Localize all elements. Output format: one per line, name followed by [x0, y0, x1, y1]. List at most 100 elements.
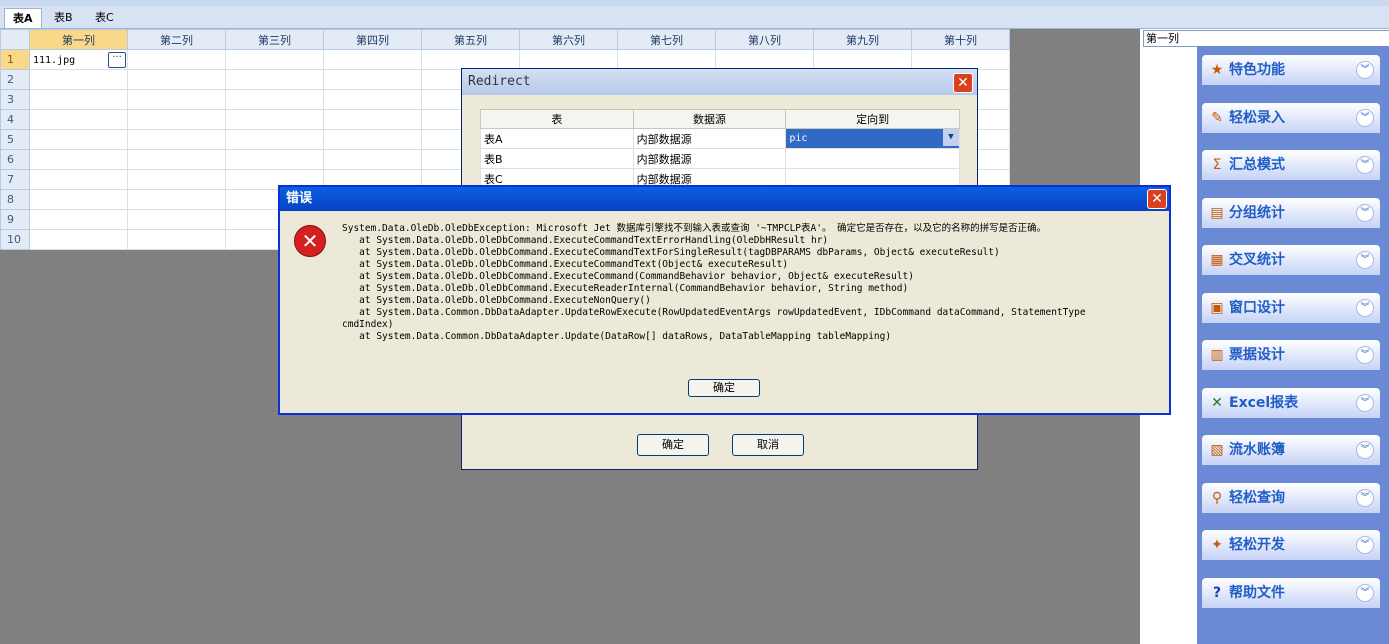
sheet-tab-a[interactable]: 表A	[4, 8, 42, 28]
task-item-group-stats[interactable]: ▤ 分组统计 ︾	[1202, 198, 1380, 228]
grid-cell[interactable]	[323, 89, 422, 110]
grid-cell[interactable]	[323, 129, 422, 150]
chevron-down-icon[interactable]: ︾	[1356, 536, 1374, 554]
task-item-summary-mode[interactable]: Σ 汇总模式 ︾	[1202, 150, 1380, 180]
grid-cell[interactable]	[127, 169, 226, 190]
grid-cell[interactable]	[29, 109, 128, 130]
grid-cell[interactable]	[29, 229, 128, 250]
grid-cell[interactable]	[127, 109, 226, 130]
grid-cell[interactable]	[29, 149, 128, 170]
data-source-cell[interactable]: 内部数据源	[632, 128, 787, 149]
task-item-window-design[interactable]: ▣ 窗口设计 ︾	[1202, 293, 1380, 323]
task-item-features[interactable]: ★ 特色功能 ︾	[1202, 55, 1380, 85]
row-header[interactable]: 4	[0, 109, 30, 130]
column-header[interactable]: 第九列	[813, 29, 912, 50]
redirect-target-select[interactable]: pic ▼	[785, 128, 960, 149]
ok-button[interactable]: 确定	[637, 434, 709, 456]
grid-cell[interactable]	[225, 49, 324, 70]
row-header[interactable]: 8	[0, 189, 30, 210]
grid-cell[interactable]	[323, 149, 422, 170]
grid-cell[interactable]	[225, 149, 324, 170]
chevron-down-icon[interactable]: ︾	[1356, 346, 1374, 364]
dropdown-arrow-icon[interactable]: ▼	[943, 129, 959, 146]
grid-corner[interactable]	[0, 29, 30, 50]
grid-cell[interactable]	[127, 229, 226, 250]
grid-cell[interactable]	[225, 69, 324, 90]
grid-cell[interactable]	[127, 189, 226, 210]
row-header[interactable]: 7	[0, 169, 30, 190]
column-header[interactable]: 定向到	[785, 109, 960, 129]
grid-cell[interactable]	[323, 49, 422, 70]
grid-cell[interactable]	[29, 89, 128, 110]
grid-cell[interactable]	[323, 69, 422, 90]
redirect-target-cell[interactable]	[785, 148, 960, 169]
cell-browse-button[interactable]: ···	[108, 52, 126, 68]
grid-cell[interactable]	[127, 69, 226, 90]
grid-cell[interactable]	[813, 49, 912, 70]
task-item-easy-query[interactable]: ⚲ 轻松查询 ︾	[1202, 483, 1380, 513]
grid-cell[interactable]	[225, 109, 324, 130]
task-item-receipt-design[interactable]: ▥ 票据设计 ︾	[1202, 340, 1380, 370]
column-header[interactable]: 数据源	[632, 109, 787, 129]
chevron-down-icon[interactable]: ︾	[1356, 489, 1374, 507]
task-item-excel-report[interactable]: ✕ Excel报表 ︾	[1202, 388, 1380, 418]
column-header[interactable]: 第七列	[617, 29, 716, 50]
chevron-down-icon[interactable]: ︾	[1356, 299, 1374, 317]
grid-cell[interactable]	[127, 129, 226, 150]
sheet-tab-b[interactable]: 表B	[46, 8, 81, 27]
row-header[interactable]: 3	[0, 89, 30, 110]
cancel-button[interactable]: 取消	[732, 434, 804, 456]
table-name-cell[interactable]: 表B	[480, 148, 634, 169]
column-header[interactable]: 第一列	[29, 29, 128, 50]
chevron-down-icon[interactable]: ︾	[1356, 584, 1374, 602]
grid-cell[interactable]	[421, 49, 520, 70]
column-header[interactable]: 第十列	[911, 29, 1010, 50]
grid-cell[interactable]	[29, 169, 128, 190]
task-item-help[interactable]: ? 帮助文件 ︾	[1202, 578, 1380, 608]
data-source-cell[interactable]: 内部数据源	[632, 148, 787, 169]
column-header[interactable]: 第二列	[127, 29, 226, 50]
sheet-tab-c[interactable]: 表C	[87, 8, 122, 27]
close-icon[interactable]: ✕	[1147, 189, 1167, 209]
task-item-easy-entry[interactable]: ✎ 轻松录入 ︾	[1202, 103, 1380, 133]
grid-cell[interactable]	[29, 129, 128, 150]
row-header[interactable]: 9	[0, 209, 30, 230]
column-header[interactable]: 第三列	[225, 29, 324, 50]
chevron-down-icon[interactable]: ︾	[1356, 394, 1374, 412]
chevron-down-icon[interactable]: ︾	[1356, 156, 1374, 174]
close-icon[interactable]: ✕	[953, 73, 973, 93]
grid-cell[interactable]	[29, 209, 128, 230]
grid-cell[interactable]	[29, 189, 128, 210]
task-item-cross-stats[interactable]: ▦ 交叉统计 ︾	[1202, 245, 1380, 275]
column-header[interactable]: 第四列	[323, 29, 422, 50]
chevron-down-icon[interactable]: ︾	[1356, 204, 1374, 222]
row-header[interactable]: 2	[0, 69, 30, 90]
row-header[interactable]: 5	[0, 129, 30, 150]
grid-cell[interactable]	[323, 109, 422, 130]
chevron-down-icon[interactable]: ︾	[1356, 441, 1374, 459]
chevron-down-icon[interactable]: ︾	[1356, 109, 1374, 127]
row-header[interactable]: 10	[0, 229, 30, 250]
column-header[interactable]: 第六列	[519, 29, 618, 50]
grid-cell[interactable]	[127, 49, 226, 70]
grid-cell[interactable]	[715, 49, 814, 70]
row-header[interactable]: 6	[0, 149, 30, 170]
grid-cell[interactable]	[911, 49, 1010, 70]
table-row[interactable]: 表B 内部数据源	[480, 148, 960, 169]
table-name-cell[interactable]: 表A	[480, 128, 634, 149]
grid-cell[interactable]	[29, 69, 128, 90]
grid-cell[interactable]	[617, 49, 716, 70]
row-header[interactable]: 1	[0, 49, 30, 70]
column-name-field[interactable]: 第一列	[1143, 30, 1389, 47]
column-header[interactable]: 第八列	[715, 29, 814, 50]
column-header[interactable]: 第五列	[421, 29, 520, 50]
grid-cell[interactable]	[127, 209, 226, 230]
ok-button[interactable]: 确定	[688, 379, 760, 397]
grid-cell[interactable]	[519, 49, 618, 70]
column-header[interactable]: 表	[480, 109, 634, 129]
chevron-down-icon[interactable]: ︾	[1356, 61, 1374, 79]
grid-cell[interactable]	[225, 129, 324, 150]
chevron-down-icon[interactable]: ︾	[1356, 251, 1374, 269]
grid-cell[interactable]	[225, 89, 324, 110]
task-item-ledger[interactable]: ▧ 流水账簿 ︾	[1202, 435, 1380, 465]
